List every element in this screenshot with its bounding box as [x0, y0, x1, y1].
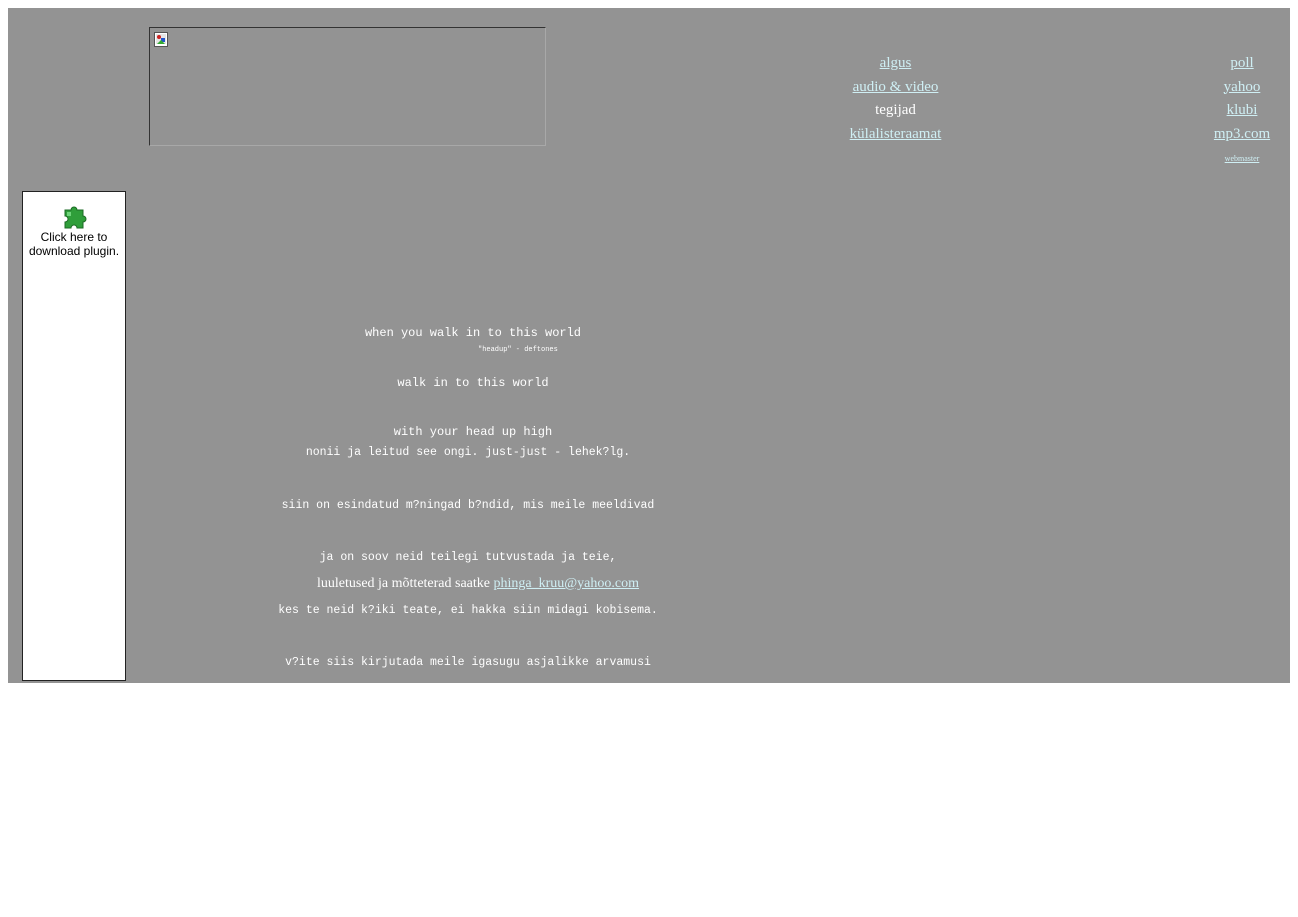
- intro-line: siin on esindatud m?ningad b?ndid, mis m…: [281, 498, 655, 512]
- nav-link-yahoo-club[interactable]: yahoo klubi: [1224, 79, 1261, 119]
- broken-image-icon: [154, 32, 168, 47]
- puzzle-piece-icon: [64, 206, 87, 229]
- intro-line: ja on soov neid teilegi tutvustada ja te…: [319, 551, 617, 564]
- intro-line: v?ite siis kirjutada meile igasugu asjal…: [285, 656, 651, 669]
- intro-line: veel saatke igasugu luuletusi ja m?ttete…: [309, 813, 627, 827]
- page-background: algus audio & video tegijad külalisteraa…: [8, 8, 1290, 879]
- intro-line: nonii ja leitud see ongi. just-just - le…: [305, 446, 631, 459]
- nav-link-webmaster[interactable]: webmaster: [1225, 154, 1260, 163]
- banner-image: [149, 27, 546, 146]
- plugin-download-text[interactable]: Click here to download plugin.: [23, 230, 125, 258]
- nav-link-poll[interactable]: poll: [1230, 55, 1253, 71]
- nav-left: algus audio & video tegijad külalisteraa…: [828, 52, 963, 146]
- nav-item-tegijad: tegijad: [875, 102, 916, 118]
- nav-link-guestbook[interactable]: külalisteraamat: [850, 126, 942, 142]
- nav-right: poll yahoo klubi mp3.com webmaster: [1208, 52, 1276, 170]
- lyrics-credit: "headup" - deftones: [478, 346, 558, 354]
- lyrics-line: when you walk in to this world: [364, 326, 582, 340]
- contact-line: luuletused ja mõtteterad saatke phinga_k…: [208, 576, 748, 592]
- intro-line: kes te neid k?iki teate, ei hakka siin m…: [278, 603, 658, 617]
- nav-link-algus[interactable]: algus: [880, 55, 912, 71]
- intro-text: nonii ja leitud see ongi. just-just - le…: [158, 409, 778, 917]
- nav-link-audio-video[interactable]: audio & video: [853, 79, 939, 95]
- email-link[interactable]: phinga_kruu@yahoo.com: [494, 576, 639, 591]
- lyrics-line: walk in to this world: [397, 375, 549, 390]
- intro-line: ja muud lehek?lje ja heade b?ndidega seo…: [295, 708, 641, 722]
- intro-line: noh n?iteks, et mis b?ndid siin veel ole…: [226, 761, 710, 774]
- nav-link-mp3[interactable]: mp3.com: [1214, 126, 1270, 142]
- plugin-placeholder[interactable]: Click here to download plugin.: [22, 191, 126, 681]
- contact-prefix: luuletused ja mõtteterad saatke: [317, 576, 490, 591]
- intro-line: et me siis neist silmapaistvamaid siia ?…: [254, 866, 682, 879]
